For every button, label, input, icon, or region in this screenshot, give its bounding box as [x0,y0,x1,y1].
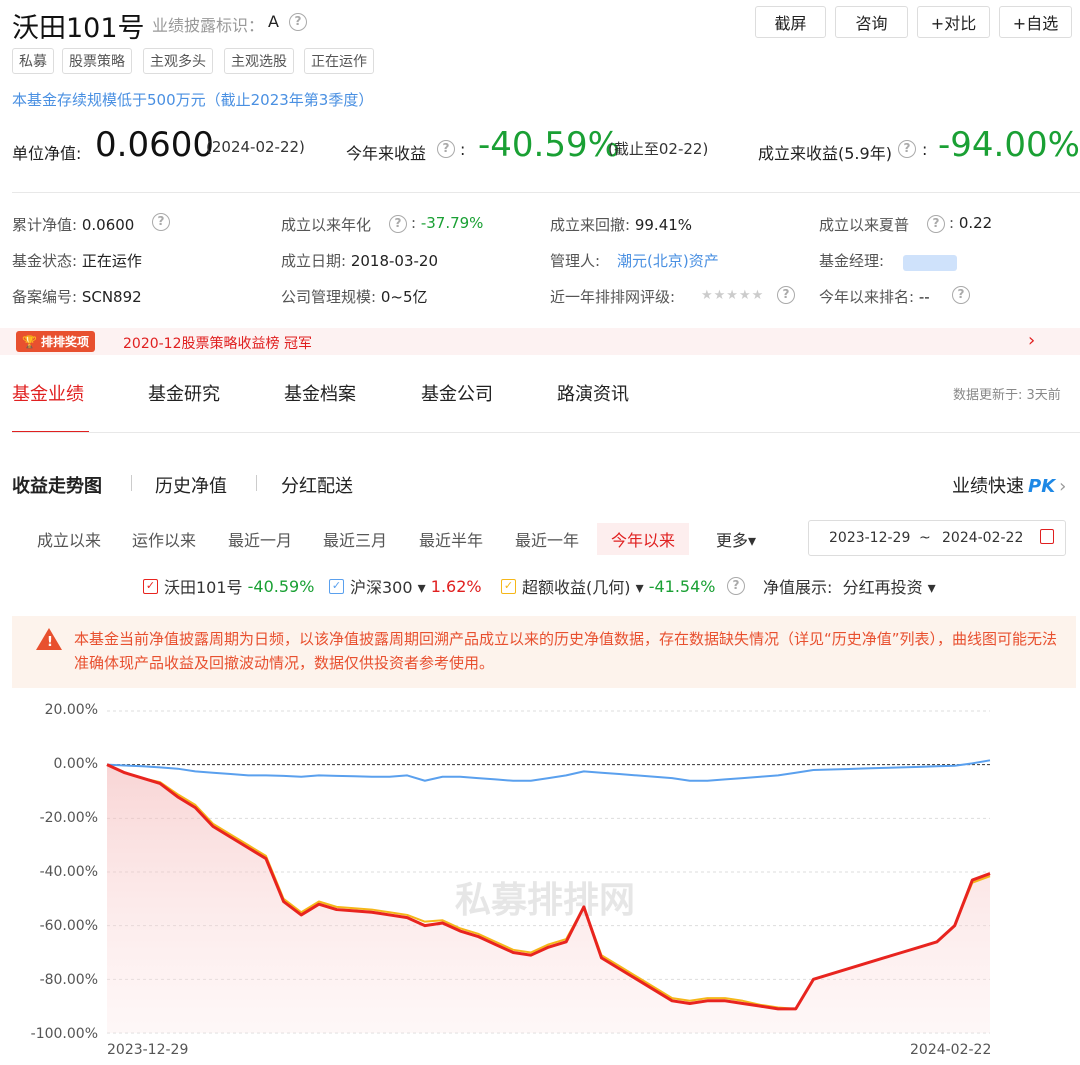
x-tick: 2024-02-22 [910,1042,992,1058]
return-chart[interactable]: 私募排排网 [0,0,1080,1065]
watermark: 私募排排网 [455,880,635,921]
index-line [106,759,991,782]
x-tick: 2023-12-29 [107,1042,189,1058]
